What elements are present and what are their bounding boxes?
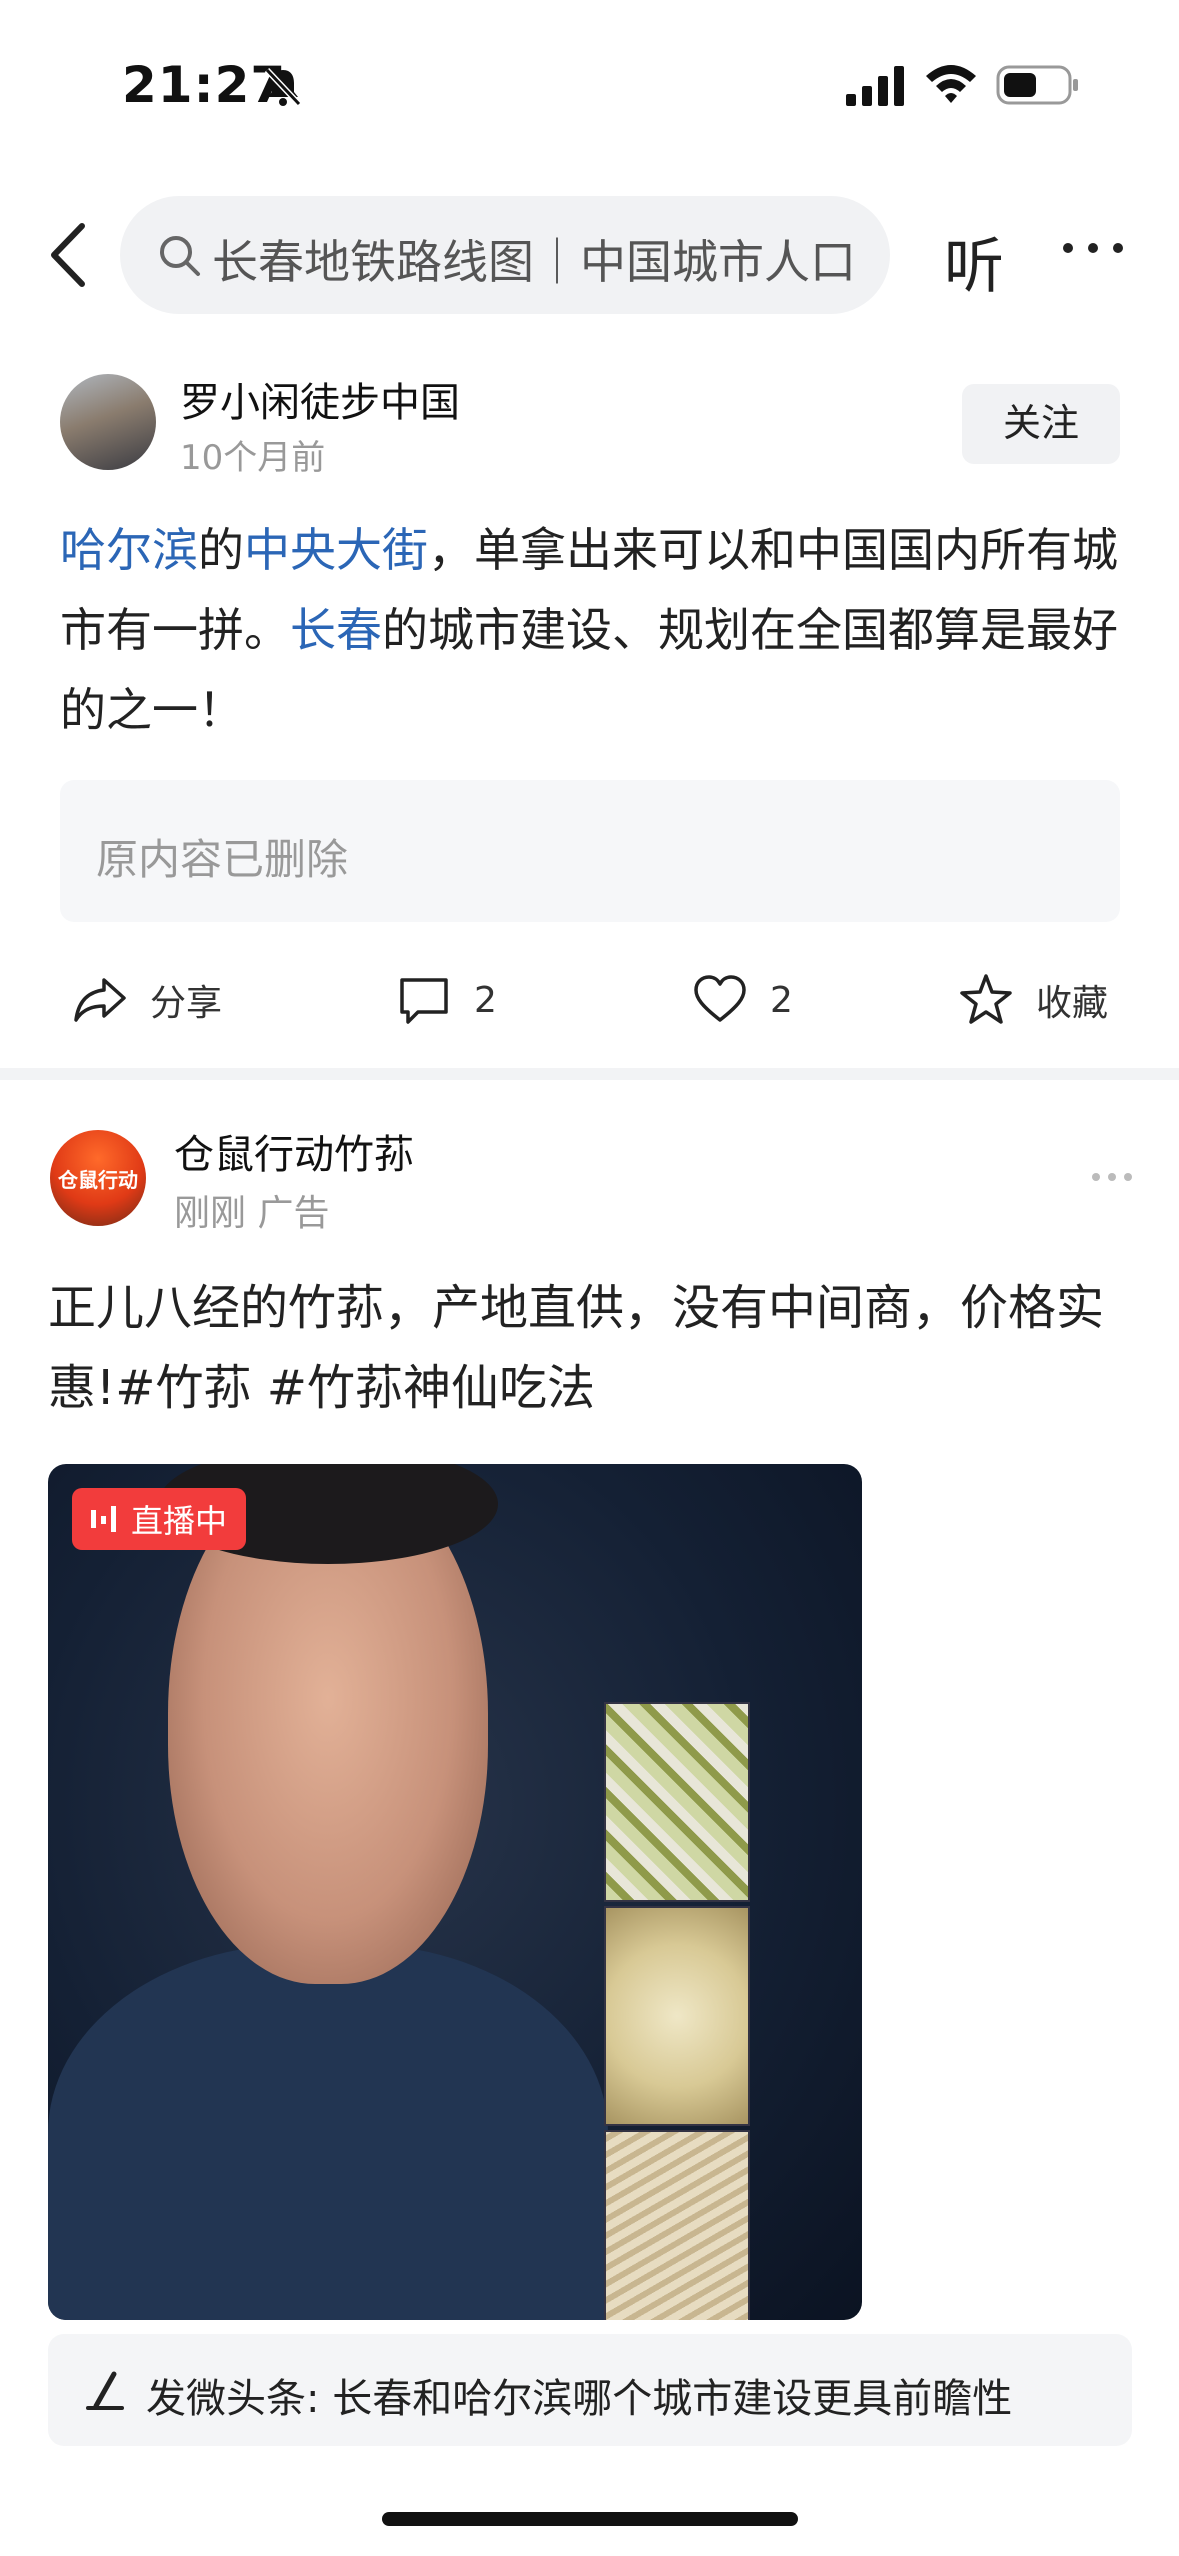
listen-button[interactable]: 听 [944,218,1004,305]
pen-icon [86,2371,124,2410]
comment-icon [400,978,448,1024]
product-image [604,1702,750,1902]
section-divider [0,1068,1179,1080]
battery-icon [996,65,1078,105]
live-bars-icon [90,1506,116,1532]
nav-bar: 长春地铁路线图｜中国城市人口 听 [0,190,1179,320]
share-label: 分享 [150,983,223,1024]
topic-link-harbin[interactable]: 哈尔滨 [60,523,198,577]
chevron-left-icon[interactable] [46,220,96,290]
comment-count: 2 [474,979,497,1021]
live-badge-label: 直播中 [130,1502,227,1540]
video-person-shirt [48,1944,608,2320]
compose-prompt: 发微头条: 长春和哈尔滨哪个城市建设更具前瞻性 [146,2376,1013,2422]
like-count: 2 [770,979,793,1021]
avatar[interactable]: 仓鼠行动 [50,1130,146,1226]
share-icon [74,978,126,1022]
topic-link-central-street[interactable]: 中央大街 [244,523,428,577]
heart-icon [694,975,746,1022]
follow-button[interactable]: 关注 [962,384,1120,464]
topic-link-changchun[interactable]: 长春 [290,603,382,657]
product-image [604,1906,750,2126]
search-input[interactable]: 长春地铁路线图｜中国城市人口 [120,196,890,314]
ad-post-card: 仓鼠行动 仓鼠行动竹荪 刚刚 广告 正儿八经的竹荪，产地直供，没有中间商，价格实… [0,1090,1179,2330]
signal-icon [846,66,904,106]
like-button[interactable]: 2 [692,960,793,1040]
comment-button[interactable]: 2 [396,960,497,1040]
favorite-label: 收藏 [1036,983,1109,1024]
star-icon [960,974,1012,1024]
author-name[interactable]: 罗小闲徒步中国 [180,370,460,428]
text-part: 的 [198,523,244,577]
avatar[interactable] [60,374,156,470]
status-bar: 21:27 [0,0,1179,170]
author-name[interactable]: 仓鼠行动竹荪 [174,1122,414,1180]
favorite-button[interactable]: 收藏 [958,960,1108,1040]
action-bar: 分享 2 2 收藏 [0,950,1179,1060]
live-video-thumbnail[interactable]: 直播中 [48,1464,862,2320]
search-text: 长春地铁路线图｜中国城市人口 [212,235,856,289]
deleted-notice: 原内容已删除 [96,835,349,884]
post-text: 哈尔滨的中央大街，单拿出来可以和中国国内所有城市有一拼。长春的城市建设、规划在全… [60,510,1120,750]
compose-bar[interactable]: 发微头条: 长春和哈尔滨哪个城市建设更具前瞻性 [48,2334,1132,2446]
search-icon [160,236,200,276]
post-time: 10个月前 [180,438,326,478]
avatar-logo-text: 仓鼠行动 [58,1168,138,1192]
product-image [604,2130,750,2320]
more-dots-icon[interactable] [1090,1170,1134,1184]
live-badge: 直播中 [72,1488,246,1550]
more-dots-icon[interactable] [1060,238,1126,258]
home-indicator [382,2512,798,2526]
post-card: 罗小闲徒步中国 10个月前 关注 哈尔滨的中央大街，单拿出来可以和中国国内所有城… [0,350,1179,1070]
quoted-content: 原内容已删除 [60,780,1120,922]
post-time: 刚刚 广告 [174,1193,330,1234]
wifi-icon [926,65,976,103]
share-button[interactable]: 分享 [72,960,222,1040]
post-text: 正儿八经的竹荪，产地直供，没有中间商，价格实惠!#竹荪 #竹荪神仙吃法 [48,1280,1105,1416]
bell-slash-icon [264,67,302,107]
